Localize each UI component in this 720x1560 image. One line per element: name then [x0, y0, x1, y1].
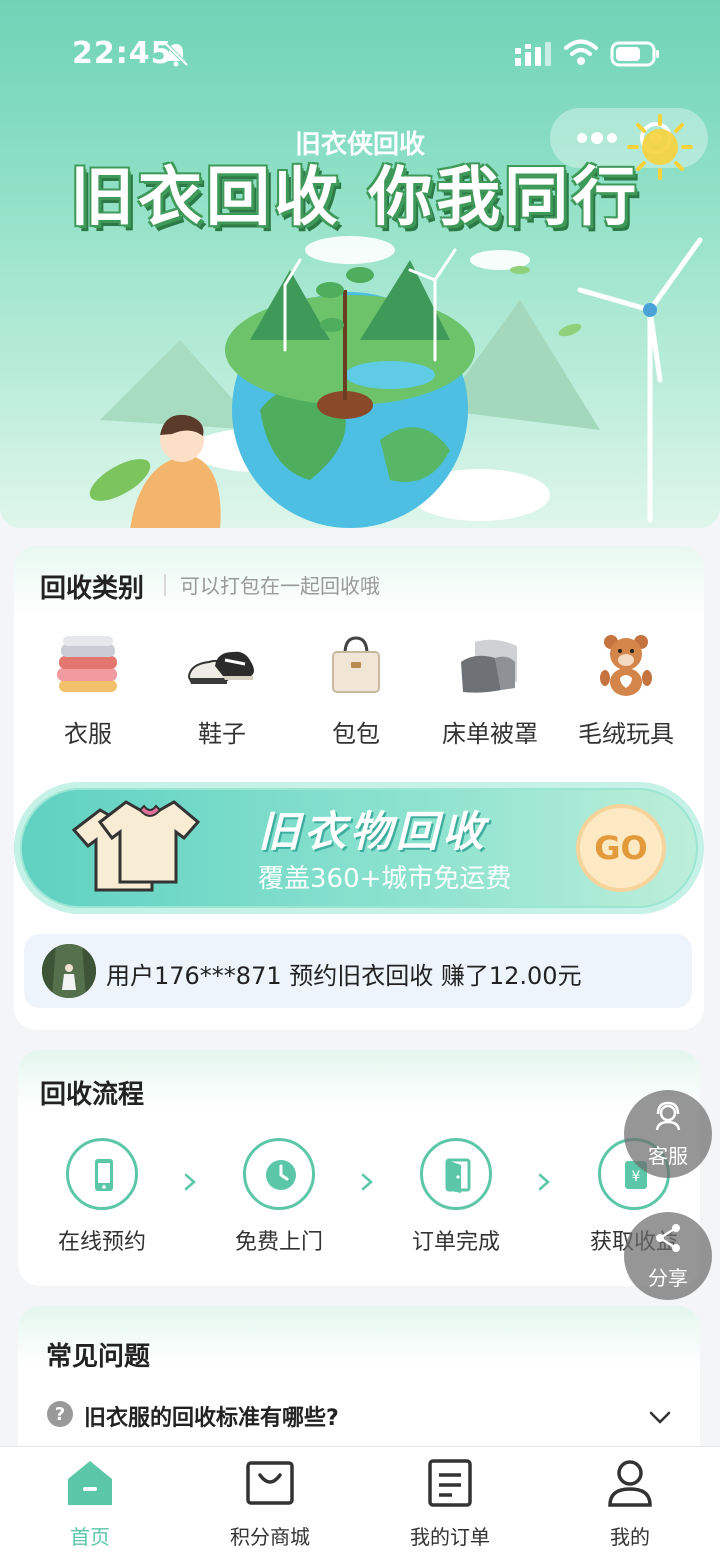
category-label-bedding: 床单被罩 — [442, 720, 538, 748]
shop-bag-icon — [246, 1461, 294, 1505]
wifi-icon — [564, 39, 598, 65]
process-step-complete: 订单完成 — [386, 1136, 526, 1256]
banner-title: 旧衣回收 你我同行 — [70, 161, 641, 235]
go-button[interactable]: GO — [576, 804, 666, 892]
shirt-icon — [71, 800, 200, 892]
chevron-right-icon — [184, 1173, 196, 1191]
bag-icon — [332, 636, 380, 693]
category-item-clothes[interactable]: 衣服 — [18, 632, 158, 752]
recycle-entry-banner[interactable]: 旧衣物回收 覆盖360+城市免运费 GO — [14, 782, 704, 914]
nav-item-home[interactable]: 首页 — [0, 1457, 180, 1553]
faq-question[interactable]: 旧衣服的回收标准有哪些? — [84, 1400, 339, 1432]
process-label-booking: 在线预约 — [57, 1230, 146, 1255]
svg-text:¥: ¥ — [632, 1169, 641, 1185]
battery-icon — [610, 41, 659, 67]
faq-title: 常见问题 — [46, 1342, 151, 1372]
home-icon — [68, 1461, 112, 1505]
nav-label-profile: 我的 — [610, 1525, 650, 1549]
plush-toy-icon — [600, 635, 652, 696]
bedding-icon — [461, 639, 517, 693]
process-step-pickup: 免费上门 — [209, 1136, 349, 1256]
category-item-bedding[interactable]: 床单被罩 — [420, 632, 560, 752]
category-item-plush[interactable]: 毛绒玩具 — [556, 632, 696, 752]
signal-icon — [515, 42, 551, 66]
category-card: 回收类别 可以打包在一起回收哦 衣服 鞋子 包包 床单被罩 毛绒玩具 旧衣物回收… — [14, 546, 704, 1030]
svg-text:?: ? — [55, 1404, 65, 1425]
nav-label-orders: 我的订单 — [410, 1525, 490, 1549]
order-list-icon — [428, 1459, 472, 1507]
recycle-banner-subtitle: 覆盖360+城市免运费 — [258, 864, 512, 894]
nav-item-orders[interactable]: 我的订单 — [360, 1457, 540, 1553]
avatar — [42, 944, 96, 998]
clock-icon — [266, 1160, 296, 1190]
chevron-right-icon — [538, 1173, 550, 1191]
nav-item-profile[interactable]: 我的 — [540, 1457, 720, 1553]
category-label-clothes: 衣服 — [64, 720, 112, 748]
title-divider — [164, 574, 166, 596]
category-label-plush: 毛绒玩具 — [578, 720, 674, 748]
nav-label-home: 首页 — [70, 1525, 110, 1549]
earth-illustration — [89, 236, 703, 528]
status-time: 22:45 — [72, 36, 173, 71]
clothes-icon — [57, 636, 117, 692]
process-step-pickup-circle — [243, 1138, 315, 1210]
status-bar: 22:45 — [0, 0, 720, 100]
process-step-complete-circle — [420, 1138, 492, 1210]
process-card: 回收流程 在线预约 免费上门 订单完成 ¥ — [18, 1050, 700, 1286]
category-label-shoes: 鞋子 — [198, 720, 246, 748]
category-title: 回收类别 — [40, 574, 145, 604]
customer-service-label: 客服 — [648, 1144, 688, 1168]
process-step-booking-circle — [66, 1138, 138, 1210]
hero-banner: 22:45 旧衣侠回收 旧衣回收 你我同行 — [0, 0, 720, 528]
recycle-notice-bar: 用户176***871 预约旧衣回收 赚了12.00元 — [24, 934, 692, 1008]
customer-service-button[interactable]: 客服 — [624, 1090, 712, 1178]
process-label-complete: 订单完成 — [411, 1230, 500, 1255]
notice-text: 用户176***871 预约旧衣回收 赚了12.00元 — [106, 962, 582, 990]
shoes-icon — [187, 651, 254, 684]
process-label-pickup: 免费上门 — [234, 1230, 323, 1255]
bottom-nav: 首页 积分商城 我的订单 我的 — [0, 1446, 720, 1560]
share-icon — [656, 1224, 680, 1252]
profile-icon — [608, 1460, 652, 1507]
process-title: 回收流程 — [40, 1080, 145, 1110]
bell-muted-icon — [164, 42, 189, 67]
headset-icon — [655, 1101, 681, 1131]
chevron-down-icon[interactable] — [648, 1410, 672, 1426]
category-label-bag: 包包 — [332, 720, 380, 748]
category-subtitle: 可以打包在一起回收哦 — [180, 574, 380, 598]
share-button[interactable]: 分享 — [624, 1212, 712, 1300]
question-icon: ? — [47, 1401, 73, 1427]
nav-item-shop[interactable]: 积分商城 — [180, 1457, 360, 1553]
nav-label-shop: 积分商城 — [230, 1525, 310, 1549]
chevron-right-icon — [361, 1173, 373, 1191]
process-step-booking: 在线预约 — [32, 1136, 172, 1256]
phone-icon — [95, 1159, 113, 1191]
share-label: 分享 — [648, 1266, 688, 1290]
category-item-bag[interactable]: 包包 — [286, 632, 426, 752]
recycle-banner-title: 旧衣物回收 — [258, 807, 489, 856]
category-item-shoes[interactable]: 鞋子 — [152, 632, 292, 752]
door-icon — [445, 1158, 471, 1193]
